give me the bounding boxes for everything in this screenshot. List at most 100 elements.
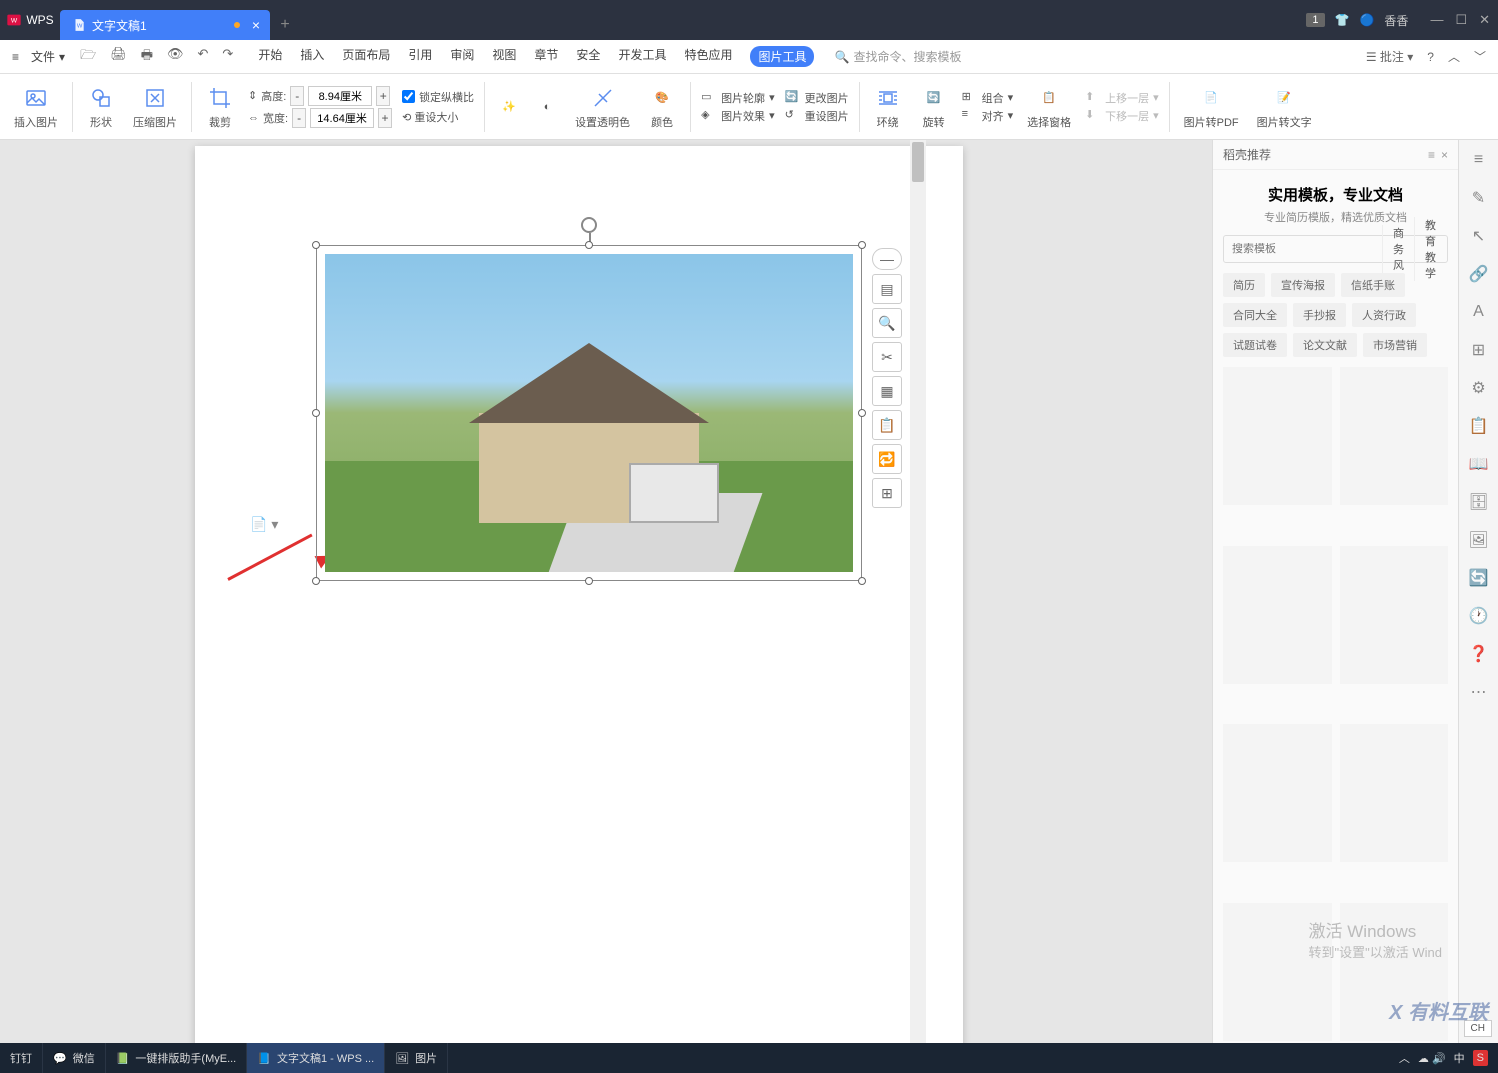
tag-handcopy[interactable]: 手抄报 [1293,303,1346,327]
side-refresh-icon[interactable]: 🔄 [1467,566,1491,590]
save-icon[interactable]: 🖨 [107,44,130,70]
side-clipboard-icon[interactable]: 📋 [1467,414,1491,438]
tab-insert[interactable]: 插入 [300,46,324,67]
side-pencil-icon[interactable]: ✎ [1467,186,1491,210]
send-backward-button[interactable]: ⬇下移一层 ▾ [1085,108,1159,124]
width-decrease[interactable]: - [292,108,306,128]
recolor-icon-button[interactable]: ◐ [533,95,561,119]
template-card[interactable] [1223,367,1332,505]
close-window-icon[interactable]: ✕ [1479,12,1490,28]
reset-pic-button[interactable]: ↺重设图片 [785,108,849,124]
taskbar-dingtalk[interactable]: 钉钉 [0,1043,43,1073]
paste-options-icon[interactable]: 📄 ▾ [250,516,278,533]
tag-paper[interactable]: 论文文献 [1293,333,1357,357]
taskbar-pictures[interactable]: 🖼 图片 [385,1043,448,1073]
shape-button[interactable]: 形状 [83,84,119,130]
float-zoom-icon[interactable]: 🔍 [872,308,902,338]
tab-dev[interactable]: 开发工具 [618,46,666,67]
template-search[interactable]: 商务风 教育教学 [1223,235,1448,263]
change-pic-button[interactable]: 🔄更改图片 [785,90,849,106]
user-avatar[interactable]: 🔵 [1359,13,1374,27]
side-cursor-icon[interactable]: ↖ [1467,224,1491,248]
side-table-icon[interactable]: ⊞ [1467,338,1491,362]
side-text-icon[interactable]: A [1467,300,1491,324]
side-hamburger-icon[interactable]: ≡ [1467,148,1491,172]
float-replace-icon[interactable]: 🔁 [872,444,902,474]
maximize-icon[interactable]: ☐ [1455,12,1467,28]
tag-poster[interactable]: 宣传海报 [1271,273,1335,297]
undo-icon[interactable]: ↶ [195,44,212,70]
tag-letter[interactable]: 信纸手账 [1341,273,1405,297]
file-menu[interactable]: 文件 ▾ [23,48,73,65]
template-card[interactable] [1340,546,1449,684]
tag-resume[interactable]: 简历 [1223,273,1265,297]
crop-button[interactable]: 裁剪 [202,84,238,130]
document-tab[interactable]: W 文字文稿1 × [60,10,270,40]
tab-review[interactable]: 审阅 [450,46,474,67]
tag-hr[interactable]: 人资行政 [1352,303,1416,327]
resize-handle-nw[interactable] [312,241,320,249]
template-card[interactable] [1223,546,1332,684]
adjust-icon-button[interactable]: ✨ [495,95,523,119]
to-text-button[interactable]: 📝 图片转文字 [1253,84,1316,130]
float-crop-icon[interactable]: ✂ [872,342,902,372]
tab-reference[interactable]: 引用 [408,46,432,67]
side-help-icon[interactable]: ❓ [1467,642,1491,666]
outline-button[interactable]: ▭图片轮廓 ▾ [701,90,775,106]
float-collapse[interactable]: — [872,248,902,270]
annotate-button[interactable]: ☰ 批注 ▾ [1366,48,1413,65]
help-icon[interactable]: ? [1427,50,1434,64]
template-card[interactable] [1223,724,1332,862]
group-button[interactable]: ⊞组合 ▾ [962,90,1014,106]
panel-close-icon[interactable]: × [1441,148,1448,162]
command-search[interactable]: 🔍 查找命令、搜索模板 [834,48,961,65]
taskbar-typeset[interactable]: 📗 一键排版助手(MyE... [106,1043,248,1073]
side-link-icon[interactable]: 🔗 [1467,262,1491,286]
resize-handle-ne[interactable] [858,241,866,249]
color-button[interactable]: 🎨 颜色 [644,84,680,130]
resize-handle-s[interactable] [585,577,593,585]
resize-handle-sw[interactable] [312,577,320,585]
tag-contract[interactable]: 合同大全 [1223,303,1287,327]
tab-security[interactable]: 安全 [576,46,600,67]
float-style-icon[interactable]: ▦ [872,376,902,406]
to-pdf-button[interactable]: 📄 图片转PDF [1180,84,1243,130]
effect-button[interactable]: ◈图片效果 ▾ [701,108,775,124]
rotate-handle[interactable] [581,217,597,233]
bring-forward-button[interactable]: ⬆上移一层 ▾ [1085,90,1159,106]
float-copy-icon[interactable]: 📋 [872,410,902,440]
system-tray[interactable]: ︿ ☁ 🔊 中 S [1389,1050,1498,1066]
resize-handle-n[interactable] [585,241,593,249]
align-button[interactable]: ≡对齐 ▾ [962,108,1014,124]
resize-handle-e[interactable] [858,409,866,417]
height-increase[interactable]: + [376,86,390,106]
template-card[interactable] [1340,724,1449,862]
skin-icon[interactable]: 👕 [1335,13,1350,27]
tab-close-icon[interactable]: × [252,17,260,33]
float-more-icon[interactable]: ⊞ [872,478,902,508]
tag-exam[interactable]: 试题试卷 [1223,333,1287,357]
insert-picture-button[interactable]: 插入图片 [10,84,62,130]
template-card[interactable] [1340,367,1449,505]
print-icon[interactable]: 🖶 [138,44,156,70]
reset-size-button[interactable]: ⟲ 重设大小 [402,109,474,125]
side-archive-icon[interactable]: 🗄 [1467,490,1491,514]
select-pane-button[interactable]: 📋 选择窗格 [1023,84,1075,130]
wps-home-tab[interactable]: W WPS [0,0,60,40]
lock-ratio-checkbox[interactable]: 锁定纵横比 [402,89,474,105]
side-book-icon[interactable]: 📖 [1467,452,1491,476]
tray-up-icon[interactable]: ︿ [1399,1050,1410,1066]
side-image-icon[interactable]: 🖼 [1467,528,1491,552]
width-increase[interactable]: + [378,108,392,128]
tab-special[interactable]: 特色应用 [684,46,732,67]
taskbar-wps[interactable]: 📘 文字文稿1 - WPS ... [247,1043,385,1073]
height-decrease[interactable]: - [290,86,304,106]
template-search-input[interactable] [1224,243,1382,255]
ribbon-min-icon[interactable]: ︿ [1448,48,1460,65]
width-input[interactable] [310,108,374,128]
minimize-icon[interactable]: — [1430,12,1443,28]
menu-hamburger-icon[interactable]: ≡ [12,50,19,64]
tab-picture-tools[interactable]: 图片工具 [750,46,814,67]
selected-image[interactable] [316,245,862,581]
tab-start[interactable]: 开始 [258,46,282,67]
